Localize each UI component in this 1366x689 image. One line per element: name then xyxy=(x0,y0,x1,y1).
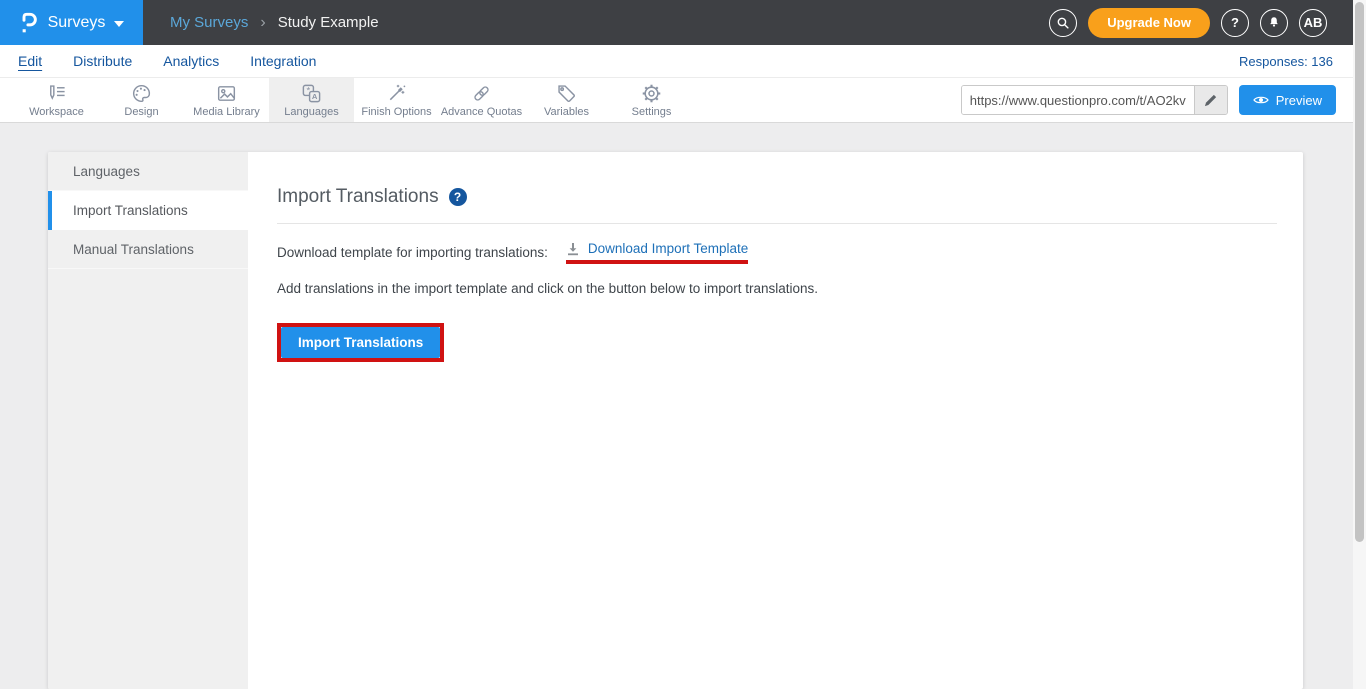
question-mark-icon: ? xyxy=(1231,15,1239,30)
download-template-row: Download template for importing translat… xyxy=(277,241,1277,264)
breadcrumb-current: Study Example xyxy=(278,14,379,31)
scrollbar-thumb[interactable] xyxy=(1355,2,1364,542)
toolbar-item-label: Languages xyxy=(284,106,338,118)
download-import-template-link[interactable]: Download Import Template xyxy=(588,241,748,256)
survey-nav: Edit Distribute Analytics Integration Re… xyxy=(0,45,1353,78)
sidebar-item-languages[interactable]: Languages xyxy=(48,152,248,191)
breadcrumb: My Surveys › Study Example xyxy=(170,14,379,32)
toolbar-item-label: Media Library xyxy=(193,106,260,118)
survey-url-box xyxy=(961,85,1228,115)
product-switcher[interactable]: Surveys xyxy=(0,0,143,45)
import-translations-panel: Import Translations ? Download template … xyxy=(248,152,1303,689)
toolbar-item-workspace[interactable]: Workspace xyxy=(14,78,99,122)
toolbar-item-label: Workspace xyxy=(29,106,84,118)
chevron-right-icon: › xyxy=(260,14,265,32)
toolbar-item-variables[interactable]: Variables xyxy=(524,78,609,122)
annotation-box: Import Translations xyxy=(277,323,444,362)
page-title: Import Translations xyxy=(277,186,439,208)
sidebar-item-import-translations[interactable]: Import Translations xyxy=(48,191,248,230)
svg-text:A: A xyxy=(312,92,318,101)
toolbar-item-languages[interactable]: * A Languages xyxy=(269,78,354,122)
bell-icon xyxy=(1267,15,1281,30)
toolbar-item-label: Finish Options xyxy=(361,106,431,118)
topbar: Surveys My Surveys › Study Example Upgra… xyxy=(0,0,1353,45)
questionpro-logo xyxy=(19,10,39,35)
product-name: Surveys xyxy=(48,14,106,32)
design-icon xyxy=(131,83,152,104)
tab-edit[interactable]: Edit xyxy=(18,53,42,69)
sidebar-item-manual-translations[interactable]: Manual Translations xyxy=(48,230,248,269)
languages-card: Languages Import Translations Manual Tra… xyxy=(48,152,1303,689)
toolbar-item-media-library[interactable]: Media Library xyxy=(184,78,269,122)
notifications-button[interactable] xyxy=(1260,9,1288,37)
search-icon xyxy=(1056,16,1070,30)
vertical-scrollbar[interactable] xyxy=(1353,0,1366,689)
topbar-actions: Upgrade Now ? AB xyxy=(1049,8,1353,38)
download-template-label: Download template for importing translat… xyxy=(277,245,548,260)
responses-count[interactable]: Responses: 136 xyxy=(1239,54,1333,69)
workspace-icon xyxy=(46,83,67,104)
search-button[interactable] xyxy=(1049,9,1077,37)
tab-integration[interactable]: Integration xyxy=(250,53,316,69)
tab-distribute[interactable]: Distribute xyxy=(73,53,132,69)
toolbar-item-finish-options[interactable]: Finish Options xyxy=(354,78,439,122)
upgrade-now-button[interactable]: Upgrade Now xyxy=(1088,8,1210,38)
question-mark-icon: ? xyxy=(454,190,461,204)
toolbar-item-label: Advance Quotas xyxy=(441,106,522,118)
edit-toolbar: Workspace Design xyxy=(0,78,1353,123)
toolbar-item-label: Variables xyxy=(544,106,589,118)
breadcrumb-my-surveys[interactable]: My Surveys xyxy=(170,14,248,31)
edit-url-button[interactable] xyxy=(1194,86,1227,114)
title-help-button[interactable]: ? xyxy=(449,188,467,206)
preview-label: Preview xyxy=(1276,93,1322,108)
divider xyxy=(277,223,1277,224)
chevron-down-icon xyxy=(114,21,124,27)
toolbar-item-advance-quotas[interactable]: Advance Quotas xyxy=(439,78,524,122)
avatar[interactable]: AB xyxy=(1299,9,1327,37)
pencil-icon xyxy=(1204,94,1217,107)
settings-icon xyxy=(641,83,662,104)
download-icon xyxy=(566,242,580,256)
panel-title-row: Import Translations ? xyxy=(277,186,1277,208)
instruction-text: Add translations in the import template … xyxy=(277,281,1277,296)
toolbar-right: Preview xyxy=(961,85,1336,115)
toolbar-item-settings[interactable]: Settings xyxy=(609,78,694,122)
import-translations-button[interactable]: Import Translations xyxy=(281,327,440,358)
preview-button[interactable]: Preview xyxy=(1239,85,1336,115)
advance-quotas-icon xyxy=(471,83,492,104)
annotation-underline: Download Import Template xyxy=(566,241,748,264)
eye-icon xyxy=(1253,95,1269,105)
app-window: Surveys My Surveys › Study Example Upgra… xyxy=(0,0,1353,689)
toolbar-item-label: Design xyxy=(124,106,158,118)
toolbar-item-design[interactable]: Design xyxy=(99,78,184,122)
finish-options-icon xyxy=(386,83,407,104)
media-library-icon xyxy=(216,83,237,104)
help-button[interactable]: ? xyxy=(1221,9,1249,37)
survey-url-input[interactable] xyxy=(962,86,1194,114)
toolbar-item-label: Settings xyxy=(632,106,672,118)
languages-sidebar: Languages Import Translations Manual Tra… xyxy=(48,152,248,689)
tab-analytics[interactable]: Analytics xyxy=(163,53,219,69)
page-body: Languages Import Translations Manual Tra… xyxy=(0,123,1353,689)
avatar-initials: AB xyxy=(1304,15,1323,30)
languages-icon: * A xyxy=(301,83,322,104)
variables-icon xyxy=(556,83,577,104)
